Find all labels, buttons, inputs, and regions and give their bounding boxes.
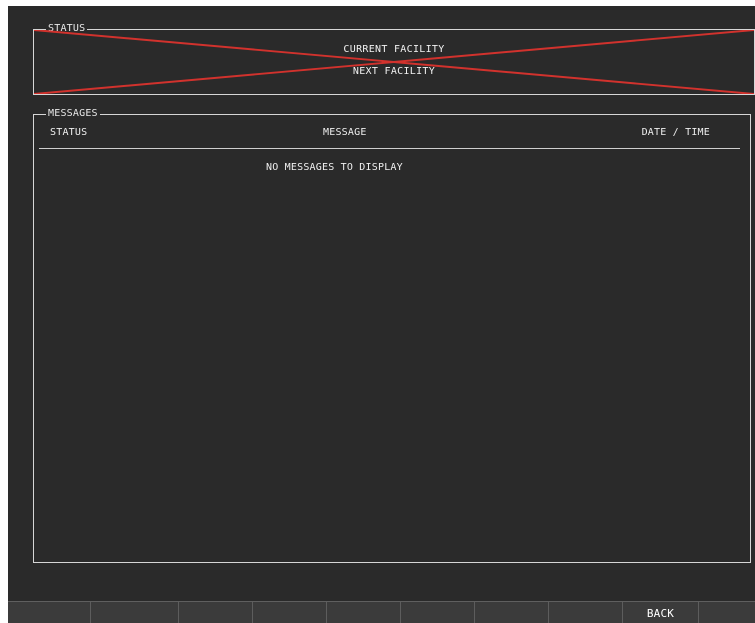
status-panel-title: STATUS (46, 22, 88, 36)
next-facility-label: NEXT FACILITY (352, 66, 436, 77)
back-softkey[interactable]: BACK (623, 602, 699, 623)
invalid-x-overlay (34, 30, 754, 94)
date-time-column-header: DATE / TIME (641, 127, 710, 138)
status-column-header: STATUS (50, 127, 88, 138)
messages-header-divider (39, 148, 740, 149)
softkey-4[interactable] (253, 602, 327, 623)
current-facility-label: CURRENT FACILITY (343, 44, 445, 55)
softkey-10[interactable] (699, 602, 755, 623)
messages-panel: MESSAGES STATUS MESSAGE DATE / TIME NO M… (33, 107, 751, 563)
softkey-8[interactable] (549, 602, 623, 623)
back-label: BACK (646, 606, 675, 620)
softkey-bar: BACK (8, 601, 755, 623)
screen: STATUS CURRENT FACILITY NEXT FACILITY ME… (8, 6, 755, 623)
softkey-7[interactable] (475, 602, 549, 623)
no-messages-text: NO MESSAGES TO DISPLAY (266, 162, 403, 173)
softkey-1[interactable] (8, 602, 91, 623)
status-panel: STATUS CURRENT FACILITY NEXT FACILITY (33, 22, 755, 95)
softkey-3[interactable] (179, 602, 253, 623)
softkey-2[interactable] (91, 602, 179, 623)
softkey-5[interactable] (327, 602, 401, 623)
softkey-6[interactable] (401, 602, 475, 623)
messages-header: STATUS MESSAGE DATE / TIME (34, 115, 750, 145)
message-column-header: MESSAGE (323, 127, 367, 138)
